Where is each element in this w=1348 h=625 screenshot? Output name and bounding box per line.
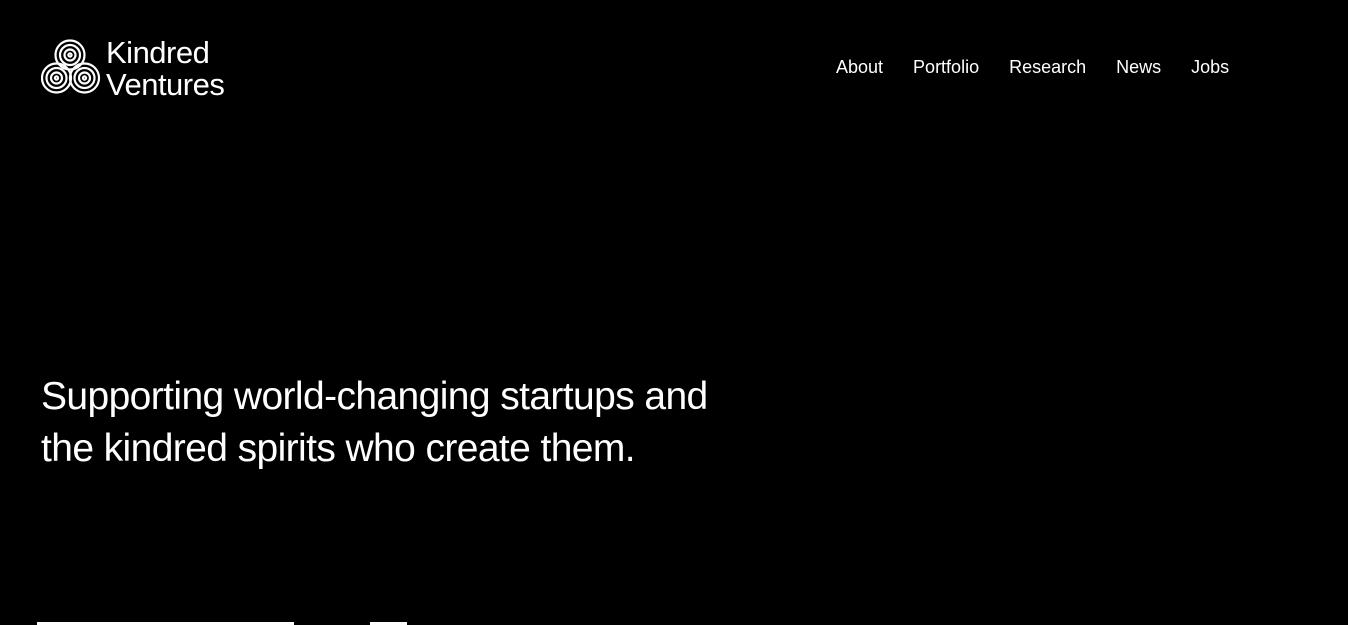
- nav-item-research[interactable]: Research: [1009, 56, 1086, 78]
- concentric-circles-icon: [41, 39, 101, 94]
- logo-line-2: Ventures: [106, 67, 225, 102]
- nav-item-news[interactable]: News: [1116, 56, 1161, 78]
- nav-item-about[interactable]: About: [836, 56, 883, 78]
- logo-line-1: Kindred: [106, 35, 210, 70]
- nav-item-portfolio[interactable]: Portfolio: [913, 56, 979, 78]
- logo-link[interactable]: Kindred Ventures: [41, 35, 225, 102]
- nav-item-jobs[interactable]: Jobs: [1191, 56, 1229, 78]
- main-nav: About Portfolio Research News Jobs: [836, 56, 1229, 78]
- hero-headline: Supporting world-changing startups and t…: [41, 375, 708, 470]
- logo-wordmark: Kindred Ventures: [106, 35, 225, 102]
- site-header: Kindred Ventures About Portfolio Researc…: [0, 0, 1348, 130]
